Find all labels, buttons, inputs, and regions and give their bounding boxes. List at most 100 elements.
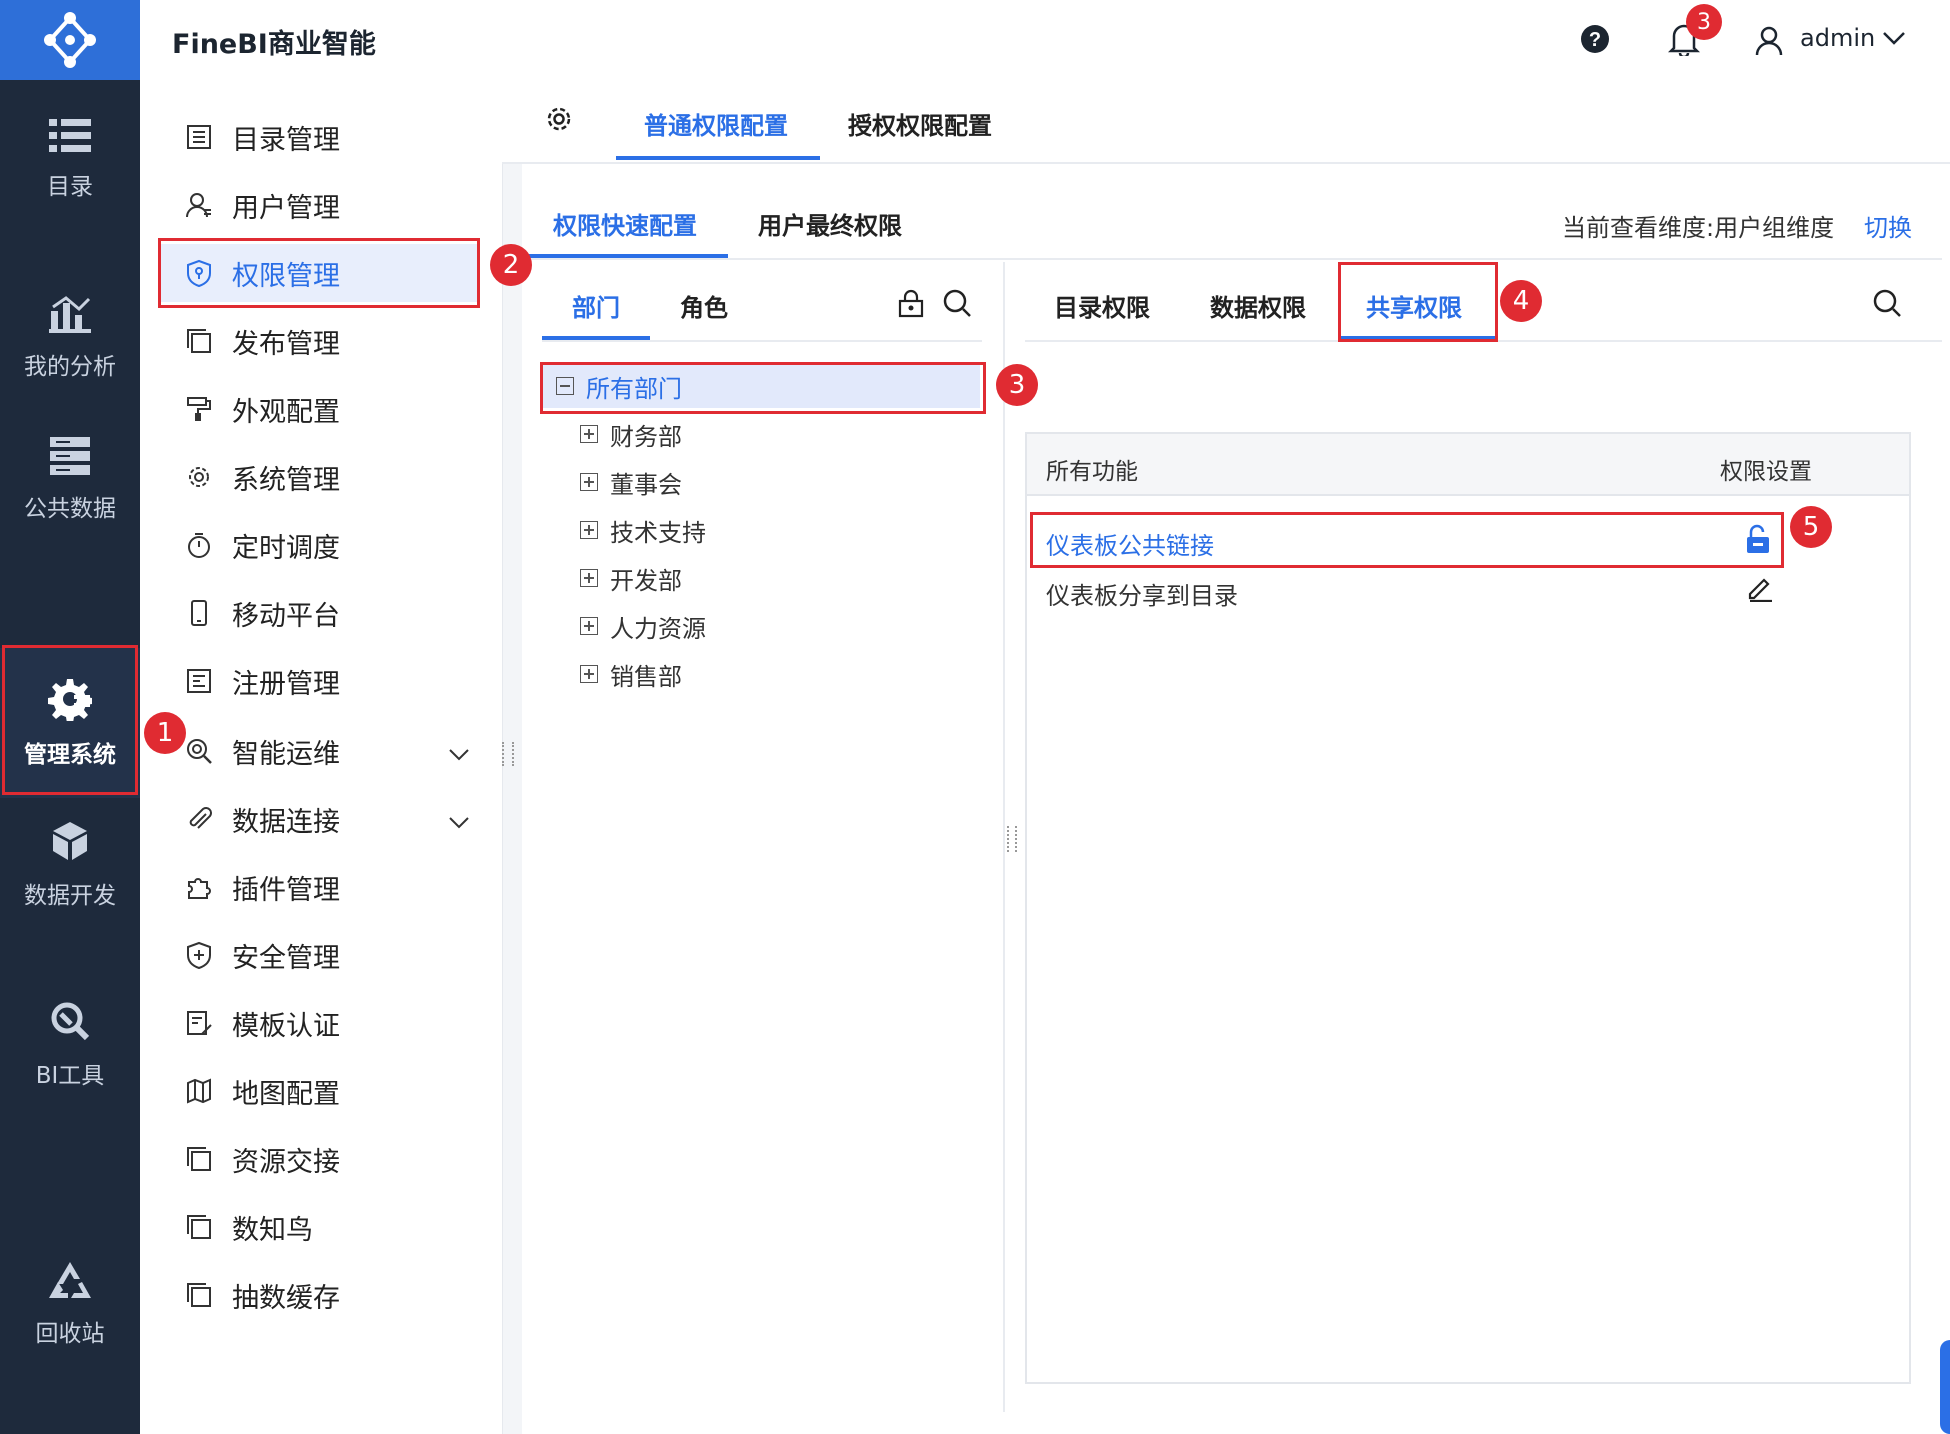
column-header-function: 所有功能 <box>1046 459 1138 485</box>
expand-icon[interactable] <box>580 521 598 539</box>
highlight-box-1 <box>2 645 138 795</box>
divider <box>542 340 982 342</box>
rail-item-catalog[interactable]: 目录 <box>0 85 140 235</box>
copy-icon <box>184 1144 214 1174</box>
sidebar-item-system-mgmt[interactable]: 系统管理 <box>160 448 480 506</box>
step-badge-4: 4 <box>1500 280 1542 322</box>
user-icon[interactable] <box>1755 26 1783 60</box>
copy-icon <box>184 1212 214 1242</box>
tab-department[interactable]: 部门 <box>572 288 620 323</box>
sidebar-item-label: 系统管理 <box>232 464 340 496</box>
rail-item-bi-tools[interactable]: BI工具 <box>0 970 140 1120</box>
rail-item-recycle[interactable]: 回收站 <box>0 1230 140 1380</box>
tab-normal-permission[interactable]: 普通权限配置 <box>644 106 788 141</box>
help-icon[interactable]: ? <box>1580 24 1610 58</box>
sidebar-item-label: 定时调度 <box>232 532 340 564</box>
search-icon[interactable] <box>942 288 972 322</box>
tab-role[interactable]: 角色 <box>680 288 728 323</box>
database-icon <box>50 437 90 475</box>
chart-icon <box>49 296 91 333</box>
rail-item-label: 数据开发 <box>24 883 116 909</box>
rail-item-data-dev[interactable]: 数据开发 <box>0 790 140 940</box>
table-row-label[interactable]: 仪表板分享到目录 <box>1046 576 1238 611</box>
tab-data-permission[interactable]: 数据权限 <box>1210 288 1306 323</box>
tab-user-final-permission[interactable]: 用户最终权限 <box>758 206 902 241</box>
wrench-icon <box>51 1002 90 1041</box>
user-name[interactable]: admin <box>1800 24 1875 52</box>
tree-node[interactable]: 财务部 <box>580 414 682 454</box>
cube-icon <box>53 822 87 860</box>
sidebar-item-smart-ops[interactable]: 智能运维 <box>160 722 480 780</box>
sidebar-item-label: 注册管理 <box>232 668 340 700</box>
pane-resize-handle[interactable] <box>1007 826 1017 852</box>
search-icon[interactable] <box>1872 288 1902 322</box>
ops-icon <box>184 736 214 766</box>
sidebar-item-shuzhiniao[interactable]: 数知鸟 <box>160 1198 480 1256</box>
sidebar-item-extract-cache[interactable]: 抽数缓存 <box>160 1266 480 1324</box>
sidebar-item-map-config[interactable]: 地图配置 <box>160 1062 480 1120</box>
tree-node[interactable]: 开发部 <box>580 558 682 598</box>
sidebar-item-schedule[interactable]: 定时调度 <box>160 516 480 574</box>
sidebar-resize-handle[interactable] <box>502 742 514 766</box>
tree-node-label: 董事会 <box>610 470 682 499</box>
app-logo[interactable] <box>0 0 140 80</box>
sidebar-item-appearance[interactable]: 外观配置 <box>160 380 480 438</box>
sidebar-item-data-connection[interactable]: 数据连接 <box>160 790 480 848</box>
sidebar-item-label: 目录管理 <box>232 124 340 156</box>
sidebar-item-label: 智能运维 <box>232 738 340 770</box>
tree-node-label: 销售部 <box>610 662 682 691</box>
copy-icon <box>184 326 214 356</box>
sidebar-item-label: 地图配置 <box>232 1078 340 1110</box>
chevron-down-icon[interactable] <box>1882 30 1906 50</box>
side-scroll-handle[interactable] <box>1940 1340 1950 1434</box>
tab-quick-config[interactable]: 权限快速配置 <box>553 206 697 241</box>
sidebar-item-publish-mgmt[interactable]: 发布管理 <box>160 312 480 370</box>
sidebar-item-user-mgmt[interactable]: 用户管理 <box>160 176 480 234</box>
list-icon <box>49 119 91 152</box>
sidebar-item-plugins[interactable]: 插件管理 <box>160 858 480 916</box>
rail-item-my-analysis[interactable]: 我的分析 <box>0 263 140 413</box>
settings-icon[interactable] <box>544 104 574 138</box>
switch-link[interactable]: 切换 <box>1864 208 1912 243</box>
tab-catalog-permission[interactable]: 目录权限 <box>1054 288 1150 323</box>
sidebar-item-catalog-mgmt[interactable]: 目录管理 <box>160 108 480 166</box>
step-badge-5: 5 <box>1790 506 1832 548</box>
shield-plus-icon <box>184 940 214 970</box>
paint-roller-icon <box>184 394 214 424</box>
sidebar-item-security[interactable]: 安全管理 <box>160 926 480 984</box>
step-badge-1: 1 <box>144 712 186 754</box>
sidebar-item-label: 模板认证 <box>232 1010 340 1042</box>
tree-node[interactable]: 销售部 <box>580 654 682 694</box>
tree-node-label: 技术支持 <box>610 518 706 547</box>
expand-icon[interactable] <box>580 665 598 683</box>
expand-icon[interactable] <box>580 617 598 635</box>
sidebar-item-mobile[interactable]: 移动平台 <box>160 584 480 642</box>
timer-icon <box>184 530 214 560</box>
sidebar-item-resource-handover[interactable]: 资源交接 <box>160 1130 480 1188</box>
rail-item-label: 我的分析 <box>24 354 116 380</box>
lock-icon[interactable] <box>896 288 926 322</box>
app-title: FineBI商业智能 <box>172 29 376 60</box>
rail-item-label: 回收站 <box>35 1321 105 1347</box>
expand-icon[interactable] <box>580 569 598 587</box>
user-icon <box>184 190 214 220</box>
rail-item-public-data[interactable]: 公共数据 <box>0 405 140 555</box>
divider <box>522 258 1942 260</box>
chevron-down-icon[interactable] <box>448 738 470 769</box>
sidebar-item-label: 外观配置 <box>232 396 340 428</box>
rail-item-label: 目录 <box>47 174 93 200</box>
tree-node[interactable]: 董事会 <box>580 462 682 502</box>
chevron-down-icon[interactable] <box>448 806 470 837</box>
tree-node[interactable]: 人力资源 <box>580 606 706 646</box>
column-header-setting: 权限设置 <box>1720 459 1812 485</box>
edit-icon[interactable] <box>1746 574 1774 606</box>
view-dimension-label: 当前查看维度:用户组维度 <box>1562 214 1835 242</box>
puzzle-icon <box>184 872 214 902</box>
sidebar-item-template-cert[interactable]: 模板认证 <box>160 994 480 1052</box>
sidebar-item-registration[interactable]: 注册管理 <box>160 652 480 710</box>
tab-authorization-permission[interactable]: 授权权限配置 <box>848 106 992 141</box>
expand-icon[interactable] <box>580 473 598 491</box>
tree-node[interactable]: 技术支持 <box>580 510 706 550</box>
highlight-box-5 <box>1030 512 1784 568</box>
expand-icon[interactable] <box>580 425 598 443</box>
